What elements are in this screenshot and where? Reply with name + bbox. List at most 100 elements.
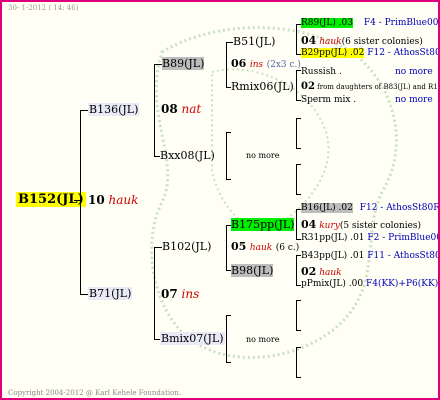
connector-line (226, 315, 231, 316)
connector-line (296, 164, 301, 165)
connector-line (296, 164, 297, 194)
gen4-r89-info: F4 - PrimBlue00 (363, 18, 439, 28)
gen4-row: 02 from daughters of B83(JL) and R1 (301, 81, 438, 92)
gen3-no-more-lower: no more (246, 335, 280, 344)
gen4-b29pp-info: F12 - AthosSt80R (367, 48, 440, 58)
connector-line (296, 255, 297, 285)
gen4-b98-note: hauk (319, 268, 342, 278)
gen4-row: 02 hauk (301, 265, 342, 278)
gen4-rmix-number: 02 (301, 81, 315, 92)
gen4-b43pp-name[interactable]: B43pp(JL) .01 (301, 251, 364, 261)
gen4-r89-name[interactable]: R89(JL) .03 (301, 18, 354, 28)
gen4-row: R89(JL) .03 F4 - PrimBlue00 (301, 18, 438, 28)
connector-line (80, 110, 88, 111)
gen2-b89-note: ins (249, 60, 264, 70)
gen2-b102-info: 05 hauk (6 c.) (231, 240, 299, 253)
gen4-row: 04 hauk(6 sister colonies) (301, 34, 423, 47)
connector-line (296, 118, 297, 148)
copyright-footer: Copyright 2004-2012 @ Karl Kehele Founda… (8, 389, 182, 397)
gen1-dam-note: nat (181, 102, 202, 116)
connector-line (226, 225, 227, 271)
connector-line (226, 315, 227, 363)
connector-line (296, 194, 301, 195)
connector-line (154, 64, 162, 65)
gen3-b51-name[interactable]: B51(JL) (233, 35, 275, 48)
gen2-b89-extra: (2x3 c.) (266, 60, 301, 70)
gen1-dam-name[interactable]: B136(JL) (88, 103, 140, 116)
connector-line (226, 132, 227, 180)
gen2-bmix07-name[interactable]: Bmix07(JL) (160, 332, 225, 345)
pedigree-frame: 30- 1-2012 ( 14: 46) B152(JL) 10 hauk B1… (0, 0, 440, 400)
gen4-b98-number: 02 (301, 265, 317, 278)
connector-line (296, 148, 301, 149)
gen4-b51-extra: (6 sister colonies) (341, 37, 423, 47)
gen2-b89-number: 06 (231, 57, 247, 70)
gen2-b102-note: hauk (249, 243, 273, 253)
gen4-ppmix-info: F4(KK)+P6(KK) (365, 279, 439, 289)
gen2-bxx08-name[interactable]: Bxx08(JL) (160, 149, 215, 162)
connector-line (80, 110, 81, 295)
gen4-row: pPmix(JL) .00 F4(KK)+P6(KK) (301, 279, 438, 289)
connector-line (296, 209, 297, 239)
gen4-row: B16(JL) .02 F12 - AthosSt80R (301, 203, 440, 213)
gen1-sire-name[interactable]: B71(JL) (88, 287, 133, 300)
connector-line (226, 132, 231, 133)
gen4-b16-info: F12 - AthosSt80R (359, 203, 440, 213)
gen1-sire-note: ins (181, 287, 200, 301)
connector-line (296, 377, 301, 378)
gen3-rmix06-name[interactable]: Rmix06(JL) (231, 80, 294, 93)
gen2-b102-number: 05 (231, 240, 247, 253)
gen4-b51-number: 04 (301, 34, 317, 47)
root-queen-number: 10 (88, 193, 105, 207)
connector-line (74, 200, 80, 201)
connector-line (296, 300, 297, 330)
connector-line (154, 247, 162, 248)
gen4-sperm-mix-info: no more (395, 95, 433, 105)
root-queen-note: hauk (108, 193, 139, 207)
connector-line (296, 118, 301, 119)
connector-line (154, 64, 155, 157)
gen4-b175-number: 04 (301, 218, 317, 231)
gen4-r31pp-info: F2 - PrimBlue00 (367, 233, 440, 243)
gen4-row: 04 kury(5 sister colonies) (301, 218, 421, 231)
gen4-russish-info: no more (395, 67, 433, 77)
gen4-b175-note: kury (319, 221, 340, 231)
connector-line (226, 42, 233, 43)
gen4-row: B43pp(JL) .01 F11 - AthosSt80R (301, 251, 440, 261)
gen4-b29pp-name[interactable]: B29pp(JL) .02 (301, 48, 365, 58)
gen4-row: B29pp(JL) .02 F12 - AthosSt80R (301, 48, 440, 58)
gen4-row: R31pp(JL) .01 F2 - PrimBlue00 (301, 233, 440, 243)
gen4-b175-extra: (5 sister colonies) (339, 221, 422, 231)
connector-line (154, 247, 155, 340)
gen4-sperm-mix-name[interactable]: Sperm mix . (301, 95, 356, 105)
gen4-b51-note: hauk (319, 37, 342, 47)
gen4-b43pp-info: F11 - AthosSt80R (367, 251, 440, 261)
gen1-sire-info: 07 ins (161, 287, 199, 301)
connector-line (296, 330, 301, 331)
connector-line (296, 300, 301, 301)
gen2-b89-info: 06 ins (2x3 c.) (231, 57, 301, 70)
connector-line (80, 294, 88, 295)
connector-line (226, 42, 227, 88)
gen4-ppmix-name[interactable]: pPmix(JL) .00 (301, 279, 363, 289)
connector-line (226, 362, 231, 363)
connector-line (296, 24, 297, 54)
gen1-sire-number: 07 (161, 287, 178, 301)
gen3-b98-name[interactable]: B98(JL) (231, 264, 274, 277)
connector-line (296, 70, 297, 100)
gen4-russish-name[interactable]: Russish . (301, 67, 342, 77)
header-timestamp: 30- 1-2012 ( 14: 46) (8, 4, 79, 12)
connector-line (296, 347, 301, 348)
gen1-dam-number: 08 (161, 102, 178, 116)
gen2-b89-name[interactable]: B89(JL) (162, 57, 205, 70)
gen3-no-more-upper: no more (246, 151, 280, 160)
gen4-r31pp-name[interactable]: R31pp(JL) .01 (301, 233, 365, 243)
gen4-rmix-extra: from daughters of B83(JL) and R1 (317, 83, 438, 91)
root-queen-info: 10 hauk (88, 193, 138, 207)
connector-line (296, 347, 297, 377)
gen2-b102-extra: (6 c.) (275, 243, 300, 253)
gen1-dam-info: 08 nat (161, 102, 201, 116)
gen4-b16-name[interactable]: B16(JL) .02 (301, 203, 353, 213)
gen3-b175pp-name[interactable]: B175pp(JL) (231, 218, 295, 231)
gen2-b102-name[interactable]: B102(JL) (162, 240, 211, 253)
